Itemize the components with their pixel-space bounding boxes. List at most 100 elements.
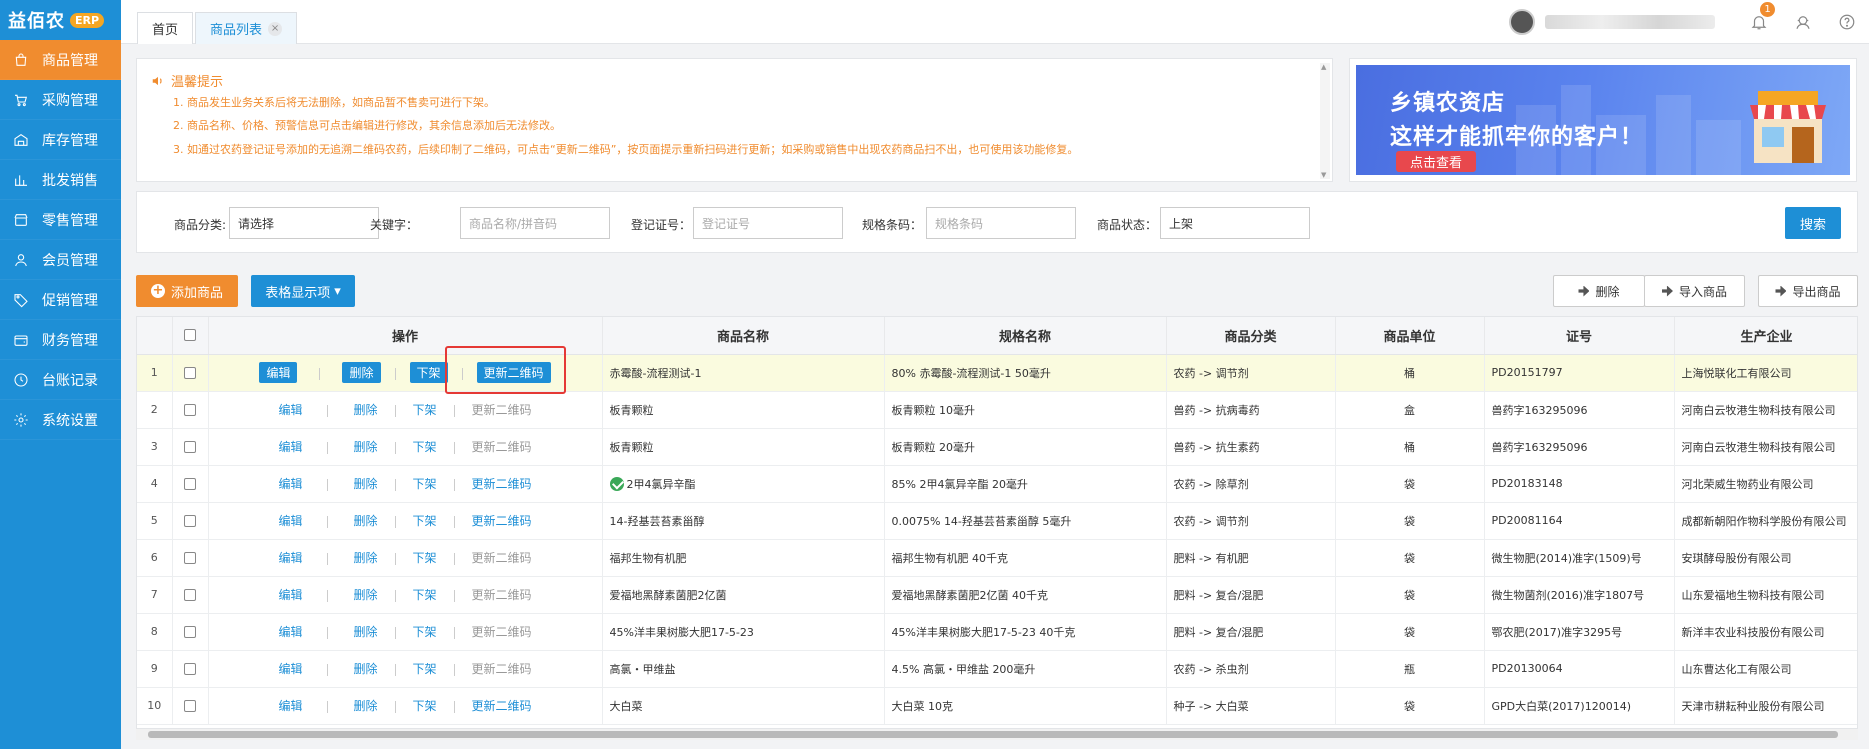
tab-close-icon[interactable]: × — [268, 21, 283, 36]
row-checkbox[interactable] — [184, 700, 196, 712]
table-row[interactable]: 2 编辑 删除 下架 更新二维码 板青颗粒 板青颗粒 10毫升 兽药 -> 抗病毒药盒兽药字1… — [137, 391, 1857, 429]
row-checkbox[interactable] — [184, 367, 196, 379]
support-icon[interactable] — [1781, 0, 1825, 44]
table-row[interactable]: 10 编辑 删除 下架 更新二维码 大白菜 大白菜 10克 种子 -> 大白菜袋 GPD大白菜(… — [137, 687, 1857, 725]
table-row[interactable]: 6 编辑 删除 下架 更新二维码 福邦生物有机肥 福邦生物有机肥 40千克 肥料 -> 有机肥… — [137, 539, 1857, 577]
help-icon[interactable] — [1825, 0, 1869, 44]
table-horizontal-scrollbar[interactable] — [136, 728, 1858, 740]
sidebar-item-10[interactable]: 系统设置 — [0, 400, 121, 440]
delete-button[interactable]: 删除 — [350, 475, 380, 492]
offshelf-button[interactable]: 下架 — [410, 549, 440, 566]
update-qr-button[interactable]: 更新二维码 — [469, 586, 535, 603]
header-unit[interactable]: 商品单位 — [1335, 317, 1485, 355]
status-select[interactable]: 上架 — [1160, 207, 1310, 239]
export-products-button[interactable]: 导出商品 — [1758, 275, 1858, 307]
tab-home[interactable]: 首页 — [137, 12, 194, 44]
table-row[interactable]: 1 编辑 删除 下架 更新二维码 赤霉酸-流程测试-1 80% 赤霉酸-流程测试-1 50毫… — [137, 354, 1857, 392]
category-select[interactable]: 请选择 — [229, 207, 379, 239]
barcode-input[interactable]: 规格条码 — [926, 207, 1076, 239]
banner-image[interactable]: 乡镇农资店 这样才能抓牢你的客户！ 点击查看 — [1356, 65, 1850, 175]
search-button[interactable]: 搜索 — [1785, 207, 1841, 239]
delete-button[interactable]: 删除 — [350, 623, 380, 640]
update-qr-button[interactable]: 更新二维码 — [469, 660, 535, 677]
sidebar-item-6[interactable]: 会员管理 — [0, 240, 121, 280]
update-qr-button[interactable]: 更新二维码 — [469, 475, 535, 492]
scrollbar-thumb[interactable] — [148, 731, 1838, 738]
delete-button[interactable]: 删除 — [350, 401, 380, 418]
row-checkbox[interactable] — [184, 552, 196, 564]
table-row[interactable]: 7 编辑 删除 下架 更新二维码 爱福地黑酵素菌肥2亿菌 爱福地黑酵素菌肥2亿菌 40千克肥… — [137, 576, 1857, 614]
bell-icon[interactable]: 1 — [1737, 0, 1781, 44]
offshelf-button[interactable]: 下架 — [410, 697, 440, 714]
delete-button[interactable]: 删除 — [350, 549, 380, 566]
edit-button[interactable]: 编辑 — [275, 401, 305, 418]
username-redacted[interactable] — [1545, 15, 1715, 29]
offshelf-button[interactable]: 下架 — [410, 512, 440, 529]
row-checkbox[interactable] — [184, 663, 196, 675]
edit-button[interactable]: 编辑 — [275, 475, 305, 492]
edit-button[interactable]: 编辑 — [275, 697, 305, 714]
table-row[interactable]: 3 编辑 删除 下架 更新二维码 板青颗粒 板青颗粒 20毫升 兽药 -> 抗生素药桶兽药字1… — [137, 428, 1857, 466]
keyword-input[interactable]: 商品名称/拼音码 — [460, 207, 610, 239]
delete-button[interactable]: 删除 — [350, 660, 380, 677]
update-qr-button[interactable]: 更新二维码 — [469, 697, 535, 714]
row-checkbox[interactable] — [184, 441, 196, 453]
delete-button[interactable]: 删除 — [350, 697, 380, 714]
offshelf-button[interactable]: 下架 — [410, 660, 440, 677]
delete-button[interactable]: 删除 — [350, 512, 380, 529]
add-product-button[interactable]: + 添加商品 — [136, 275, 238, 307]
offshelf-button[interactable]: 下架 — [410, 475, 440, 492]
table-row[interactable]: 8 编辑 删除 下架 更新二维码 45%洋丰果树膨大肥17-5-23 45%洋丰果树膨大肥1… — [137, 613, 1857, 651]
sidebar-item-2[interactable]: 采购管理 — [0, 80, 121, 120]
edit-button[interactable]: 编辑 — [275, 660, 305, 677]
header-spec[interactable]: 规格名称 — [884, 317, 1167, 355]
edit-button[interactable]: 编辑 — [275, 586, 305, 603]
header-cert[interactable]: 证号 — [1484, 317, 1675, 355]
update-qr-button[interactable]: 更新二维码 — [469, 438, 535, 455]
table-row[interactable]: 4 编辑 删除 下架 更新二维码 2甲4氯异辛酯 85% 2甲4氯异辛酯 20毫升 农药 ->… — [137, 465, 1857, 503]
offshelf-button[interactable]: 下架 — [410, 401, 440, 418]
row-checkbox[interactable] — [184, 515, 196, 527]
banner-cta-button[interactable]: 点击查看 — [1396, 151, 1477, 172]
row-checkbox[interactable] — [184, 478, 196, 490]
offshelf-button[interactable]: 下架 — [410, 586, 440, 603]
sidebar-item-4[interactable]: 批发销售 — [0, 160, 121, 200]
delete-button[interactable]: 删除 — [350, 586, 380, 603]
tips-scrollbar[interactable] — [1320, 63, 1330, 179]
header-category[interactable]: 商品分类 — [1166, 317, 1336, 355]
offshelf-button[interactable]: 下架 — [410, 438, 440, 455]
offshelf-button[interactable]: 下架 — [410, 623, 440, 640]
edit-button[interactable]: 编辑 — [275, 512, 305, 529]
sidebar-item-8[interactable]: 财务管理 — [0, 320, 121, 360]
edit-button[interactable]: 编辑 — [275, 549, 305, 566]
sidebar-item-5[interactable]: 零售管理 — [0, 200, 121, 240]
row-checkbox[interactable] — [184, 626, 196, 638]
offshelf-button[interactable]: 下架 — [409, 362, 448, 383]
header-name[interactable]: 商品名称 — [602, 317, 885, 355]
delete-button[interactable]: 删除 — [350, 438, 380, 455]
row-checkbox[interactable] — [184, 404, 196, 416]
delete-button[interactable]: 删除 — [342, 362, 381, 383]
table-row[interactable]: 5 编辑 删除 下架 更新二维码 14-羟基芸苔素甾醇 0.0075% 14-羟基芸苔素甾醇… — [137, 502, 1857, 540]
reg-number-input[interactable]: 登记证号 — [693, 207, 843, 239]
column-display-dropdown[interactable]: 表格显示项 ▾ — [251, 275, 355, 307]
ad-banner[interactable]: 乡镇农资店 这样才能抓牢你的客户！ 点击查看 — [1349, 58, 1857, 182]
table-row[interactable]: 9 编辑 删除 下架 更新二维码 高氯・甲维盐 4.5% 高氯・甲维盐 200毫升 农药 ->… — [137, 650, 1857, 688]
edit-button[interactable]: 编辑 — [275, 438, 305, 455]
update-qr-button[interactable]: 更新二维码 — [469, 623, 535, 640]
update-qr-button[interactable]: 更新二维码 — [469, 512, 535, 529]
sidebar-item-9[interactable]: 台账记录 — [0, 360, 121, 400]
update-qr-button[interactable]: 更新二维码 — [469, 401, 535, 418]
bulk-delete-button[interactable]: 删除 — [1553, 275, 1645, 307]
app-logo[interactable]: 益佰农 ERP — [0, 0, 121, 40]
edit-button[interactable]: 编辑 — [259, 362, 298, 383]
row-checkbox[interactable] — [184, 589, 196, 601]
update-qr-button[interactable]: 更新二维码 — [469, 549, 535, 566]
sidebar-item-7[interactable]: 促销管理 — [0, 280, 121, 320]
edit-button[interactable]: 编辑 — [275, 623, 305, 640]
sidebar-item-1[interactable]: 商品管理 — [0, 40, 121, 80]
header-maker[interactable]: 生产企业 — [1674, 317, 1857, 355]
select-all-checkbox[interactable] — [184, 329, 196, 342]
sidebar-item-3[interactable]: 库存管理 — [0, 120, 121, 160]
avatar[interactable] — [1509, 9, 1535, 35]
